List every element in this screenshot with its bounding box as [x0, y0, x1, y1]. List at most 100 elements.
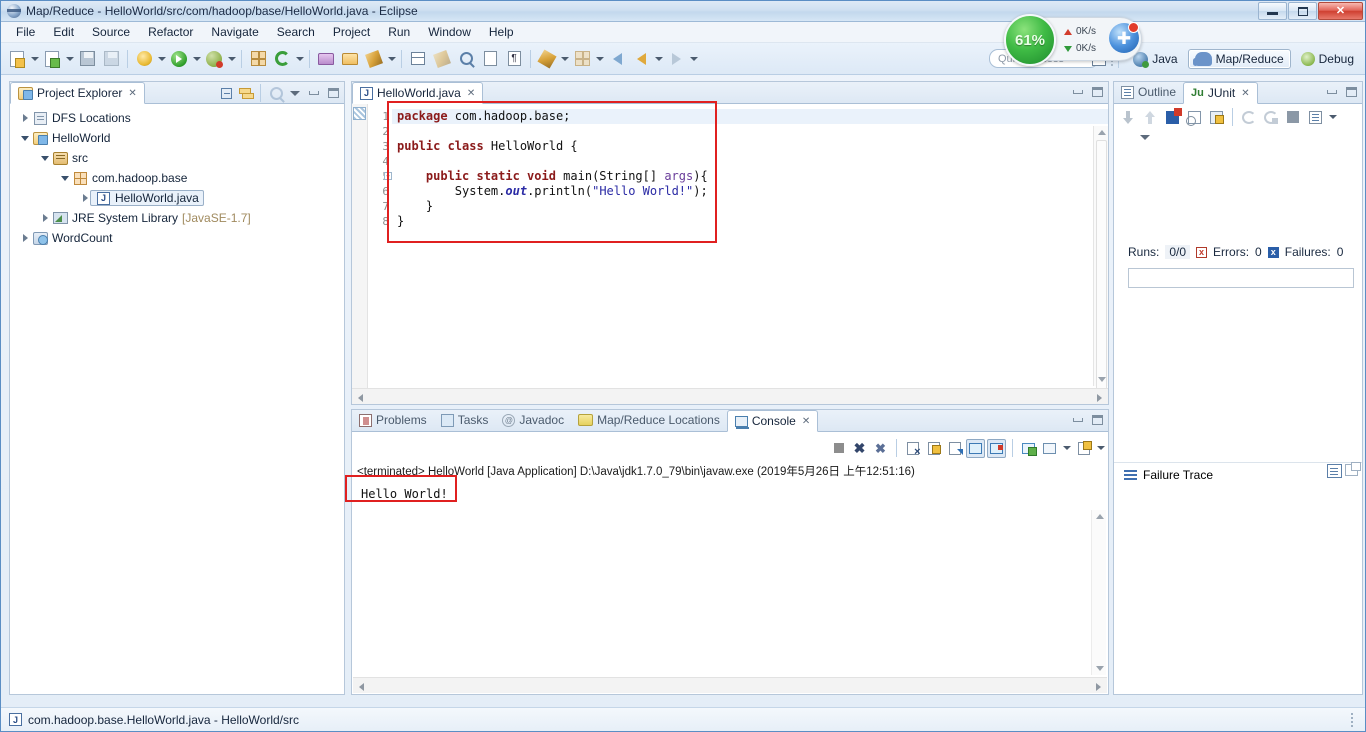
collapse-icon[interactable]: [1140, 134, 1150, 140]
close-button[interactable]: ✕: [1318, 2, 1363, 20]
menu-project[interactable]: Project: [324, 23, 379, 41]
open-folder-icon[interactable]: [339, 48, 361, 70]
word-wrap-icon[interactable]: [945, 439, 964, 458]
minimize-button[interactable]: [1258, 2, 1287, 20]
next-failed-icon[interactable]: [1118, 107, 1138, 127]
filter-stack-trace-icon[interactable]: [1327, 464, 1342, 478]
show-console-on-error-icon[interactable]: [987, 438, 1006, 458]
scroll-down-icon[interactable]: [1096, 666, 1104, 671]
scroll-right-icon[interactable]: [1096, 683, 1101, 691]
scroll-right-icon[interactable]: [1097, 394, 1102, 402]
maximize-icon[interactable]: [325, 85, 341, 101]
last-edit-location-icon[interactable]: [455, 48, 477, 70]
toggle-mark-occurrences-icon[interactable]: [407, 48, 429, 70]
tab-junit[interactable]: Ju JUnit ✕: [1183, 82, 1258, 104]
terminate-icon[interactable]: [829, 439, 848, 458]
tab-outline[interactable]: Outline: [1114, 81, 1183, 103]
menu-source[interactable]: Source: [83, 23, 139, 41]
debug-icon[interactable]: [203, 48, 225, 70]
view-menu-icon[interactable]: [1327, 106, 1338, 128]
save-all-icon[interactable]: [100, 48, 122, 70]
display-selected-console-dropdown-icon[interactable]: [1061, 437, 1072, 459]
open-console-icon[interactable]: [1074, 439, 1093, 458]
maximize-icon[interactable]: [1343, 84, 1359, 100]
previous-annotation-dropdown-icon[interactable]: [594, 48, 605, 70]
menu-refactor[interactable]: Refactor: [139, 23, 202, 41]
menu-window[interactable]: Window: [419, 23, 480, 41]
scroll-up-icon[interactable]: [1096, 514, 1104, 519]
scroll-up-icon[interactable]: [1098, 130, 1106, 135]
tree-item-jre-system-library[interactable]: JRE System Library [JavaSE-1.7]: [10, 208, 344, 228]
back-dropdown-icon[interactable]: [653, 48, 664, 70]
minimize-icon[interactable]: [1070, 412, 1086, 428]
lock-scroll-icon[interactable]: [1206, 107, 1226, 127]
tab-helloworld-java[interactable]: J HelloWorld.java ✕: [352, 82, 484, 104]
refresh-icon[interactable]: [271, 48, 293, 70]
rerun-failed-icon[interactable]: [1261, 107, 1281, 127]
minimize-icon[interactable]: [1070, 84, 1086, 100]
menu-edit[interactable]: Edit: [44, 23, 83, 41]
tree-item-dfs-locations[interactable]: DFS Locations: [10, 108, 344, 128]
tab-tasks[interactable]: Tasks: [434, 409, 496, 431]
pin-console-icon[interactable]: [1019, 439, 1038, 458]
editor-vertical-scrollbar[interactable]: [1093, 126, 1108, 394]
next-annotation-dropdown-icon[interactable]: [559, 48, 570, 70]
system-monitor-widget[interactable]: 61% 0K/s 0K/s ✚: [1004, 14, 1142, 66]
twisty-closed-icon[interactable]: [18, 114, 32, 122]
menu-navigate[interactable]: Navigate: [202, 23, 267, 41]
twisty-closed-icon[interactable]: [38, 214, 52, 222]
fold-collapse-icon[interactable]: −: [384, 172, 392, 180]
remove-all-launches-icon[interactable]: ✖: [871, 439, 890, 458]
close-icon[interactable]: ✕: [128, 88, 136, 99]
external-tools-icon[interactable]: [133, 48, 155, 70]
open-type-icon[interactable]: [315, 48, 337, 70]
twisty-open-icon[interactable]: [58, 175, 72, 181]
maximize-icon[interactable]: [1345, 462, 1361, 476]
code-text-area[interactable]: package com.hadoop.base; public class He…: [392, 104, 1108, 404]
tab-problems[interactable]: Problems: [352, 409, 434, 431]
block-selection-icon[interactable]: ¶: [503, 48, 525, 70]
new-java-package2-icon[interactable]: [247, 48, 269, 70]
next-annotation-icon[interactable]: [536, 48, 558, 70]
stop-icon[interactable]: [1283, 107, 1303, 127]
twisty-closed-icon[interactable]: [18, 234, 32, 242]
new-wizard-dropdown-icon[interactable]: [29, 48, 40, 70]
twisty-open-icon[interactable]: [38, 155, 52, 161]
tree-item-helloworld-project[interactable]: HelloWorld: [10, 128, 344, 148]
view-menu-icon[interactable]: [287, 85, 303, 101]
back-icon[interactable]: [606, 48, 628, 70]
scroll-lock-icon[interactable]: [924, 439, 943, 458]
tab-project-explorer[interactable]: Project Explorer ✕: [10, 82, 145, 104]
back-history-icon[interactable]: [630, 48, 652, 70]
close-icon[interactable]: ✕: [802, 416, 810, 427]
tree-item-wordcount[interactable]: WordCount: [10, 228, 344, 248]
external-tools-dropdown-icon[interactable]: [156, 48, 167, 70]
new-java-package-dropdown-icon[interactable]: [64, 48, 75, 70]
pencil-icon[interactable]: [431, 48, 453, 70]
link-with-editor-icon[interactable]: [237, 85, 254, 101]
remove-launch-icon[interactable]: ✖: [850, 439, 869, 458]
display-selected-console-icon[interactable]: [1040, 439, 1059, 458]
maximize-button[interactable]: [1288, 2, 1317, 20]
previous-failed-icon[interactable]: [1140, 107, 1160, 127]
scroll-left-icon[interactable]: [358, 394, 363, 402]
show-whitespace-icon[interactable]: [479, 48, 501, 70]
close-icon[interactable]: ✕: [467, 88, 475, 99]
show-console-on-output-icon[interactable]: [966, 438, 985, 458]
tree-item-helloworld-java[interactable]: J HelloWorld.java: [10, 188, 344, 208]
scroll-down-icon[interactable]: [1098, 377, 1106, 382]
menu-file[interactable]: File: [7, 23, 44, 41]
open-console-dropdown-icon[interactable]: [1095, 437, 1106, 459]
new-java-package-icon[interactable]: [41, 48, 63, 70]
menu-search[interactable]: Search: [268, 23, 324, 41]
editor-marker-column[interactable]: [352, 104, 368, 404]
perspective-debug[interactable]: Debug: [1294, 49, 1361, 69]
show-failures-only-icon[interactable]: [1162, 107, 1182, 127]
close-icon[interactable]: ✕: [1241, 88, 1249, 99]
menu-run[interactable]: Run: [379, 23, 419, 41]
test-history-icon[interactable]: [1305, 107, 1325, 127]
refresh-dropdown-icon[interactable]: [294, 48, 305, 70]
clear-console-icon[interactable]: [903, 439, 922, 458]
search-dropdown-icon[interactable]: [386, 48, 397, 70]
scrollbar-thumb[interactable]: [1096, 140, 1107, 394]
